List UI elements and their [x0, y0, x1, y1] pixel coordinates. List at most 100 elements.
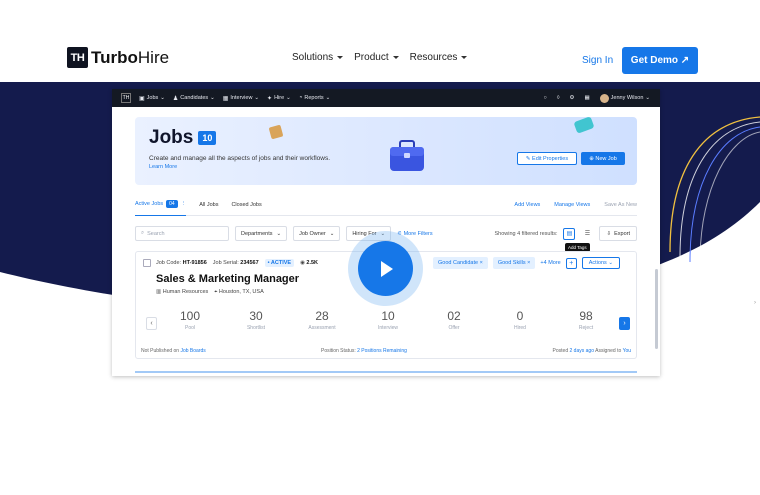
kebab-icon[interactable]: ⋮: [181, 201, 187, 207]
turbohire-logo[interactable]: TH TurboHire: [67, 47, 169, 68]
app-topbar-right: ○ ◊ ⚙ ▦ Jenny Wilson ⌄: [543, 93, 660, 103]
page-title: Jobs 10: [149, 127, 217, 149]
more-tags-link[interactable]: +4 More: [540, 260, 560, 266]
app-nav-candidates[interactable]: ♟ Candidates ⌄: [173, 95, 215, 102]
logo-text: TurboHire: [91, 47, 170, 67]
decorative-shape: [573, 116, 595, 134]
divider: [135, 371, 637, 373]
search-icon: ⌕: [141, 230, 145, 236]
stat-reject[interactable]: 98 Reject: [553, 309, 619, 331]
bell-icon[interactable]: ◊: [557, 95, 560, 101]
status-badge: • ACTIVE: [264, 259, 295, 267]
landing-page: TH TurboHire Solutions Product Resources…: [0, 0, 760, 495]
download-icon: ⇩: [606, 230, 612, 237]
stat-assessment[interactable]: 28 Assessment: [289, 309, 355, 331]
main-menu: Solutions Product Resources: [292, 52, 468, 63]
results-count: Showing 4 filtered results:: [494, 230, 558, 237]
prev-arrow-button[interactable]: ‹: [146, 317, 157, 330]
menu-solutions[interactable]: Solutions: [292, 52, 344, 63]
scrollbar[interactable]: [655, 269, 658, 349]
job-owner-dropdown[interactable]: Job Owner ⌄: [293, 226, 341, 241]
export-button[interactable]: ⇩ Export: [599, 226, 637, 241]
stat-shortlist[interactable]: 30 Shortlist: [223, 309, 289, 331]
actions-dropdown[interactable]: Actions ⌄: [581, 257, 620, 269]
menu-product[interactable]: Product: [354, 52, 399, 63]
save-as-new-link[interactable]: Save As New: [604, 202, 637, 208]
add-views-link[interactable]: Add Views: [514, 202, 540, 208]
salary: ◉ 2.5K: [300, 260, 319, 266]
list-view-button[interactable]: ☰: [581, 228, 593, 240]
stat-interview[interactable]: 10 Interview: [355, 309, 421, 331]
app-nav-interview[interactable]: ▦ Interview ⌄: [223, 95, 259, 102]
building-icon: ▥: [156, 289, 163, 295]
app-nav-hire[interactable]: ✦ Hire ⌄: [267, 95, 291, 102]
tag-good-skills[interactable]: Good Skills ×: [492, 257, 536, 269]
chevron-down-icon: ⌄: [608, 260, 613, 266]
new-job-button[interactable]: ⊕ New Job: [581, 152, 625, 165]
close-icon[interactable]: ×: [527, 260, 530, 266]
grid-icon[interactable]: ▦: [584, 95, 589, 101]
stat-offer[interactable]: 02 Offer: [421, 309, 487, 331]
view-links: Add Views Manage Views Save As New: [514, 202, 637, 208]
departments-dropdown[interactable]: Departments ⌄: [235, 226, 288, 241]
chevron-down-icon: [392, 56, 399, 59]
chevron-down-icon: ⌄: [325, 95, 331, 101]
play-button-inner: [358, 241, 413, 296]
user-menu[interactable]: Jenny Wilson ⌄: [599, 93, 650, 103]
tab-count-badge: 04: [166, 200, 178, 208]
chevron-down-icon: ⌄: [210, 95, 215, 101]
next-arrow-button[interactable]: ›: [619, 317, 630, 330]
stat-pool[interactable]: 100 Pool: [157, 309, 223, 331]
edit-properties-button[interactable]: ✎ Edit Properties: [517, 152, 577, 165]
tab-all-jobs[interactable]: All Jobs: [199, 194, 218, 216]
learn-more-link[interactable]: Learn More: [149, 164, 177, 170]
tag-good-candidate[interactable]: Good Candidate ×: [433, 257, 488, 269]
chevron-down-icon: [337, 56, 344, 59]
menu-resources[interactable]: Resources: [410, 52, 468, 63]
app-nav-jobs[interactable]: ▣ Jobs ⌄: [139, 95, 165, 102]
card-view-button[interactable]: ▤: [563, 227, 576, 240]
chevron-down-icon: [461, 56, 468, 59]
job-select-checkbox[interactable]: [143, 259, 151, 267]
chevron-down-icon: ⌄: [329, 230, 335, 237]
side-handle[interactable]: ›: [752, 296, 758, 310]
list-icon: ☰: [584, 231, 591, 237]
calendar-icon: ▦: [222, 95, 229, 102]
job-footer: Not Published on Job Boards Position Sta…: [141, 348, 631, 354]
get-demo-button[interactable]: Get Demo ↗: [622, 47, 698, 74]
cards-icon: ▤: [566, 231, 573, 237]
sign-in-link[interactable]: Sign In: [582, 55, 613, 66]
tab-closed-jobs[interactable]: Closed Jobs: [231, 194, 261, 216]
chevron-down-icon: ⌄: [254, 95, 260, 101]
banner-description: Create and manage all the aspects of job…: [149, 155, 331, 162]
job-title[interactable]: Sales & Marketing Manager: [156, 273, 299, 285]
tag-row: Good Candidate × Good Skills × +4 More +…: [433, 257, 620, 269]
search-icon[interactable]: ○: [543, 95, 546, 101]
search-input[interactable]: ⌕ Search: [135, 226, 229, 241]
add-tag-button[interactable]: +: [565, 257, 577, 269]
app-nav-reports[interactable]: ◔ Reports ⌄: [299, 95, 331, 101]
settings-icon[interactable]: ⚙: [570, 95, 575, 101]
chevron-down-icon: ⌄: [276, 230, 282, 237]
stat-hired[interactable]: 0 Hired: [487, 309, 553, 331]
job-boards-link[interactable]: Job Boards: [180, 348, 205, 354]
box-illustration: [268, 124, 284, 140]
logo-mark: TH: [67, 47, 88, 68]
jobs-count-badge: 10: [198, 131, 217, 145]
close-icon[interactable]: ×: [480, 260, 483, 266]
briefcase-illustration: [390, 140, 424, 171]
handshake-icon: ✦: [267, 95, 273, 102]
manage-views-link[interactable]: Manage Views: [554, 202, 590, 208]
chevron-down-icon: ⌄: [286, 95, 291, 101]
pipeline-stats: ‹ 100 Pool 30 Shortlist 28 Assessment 10 Int…: [146, 309, 630, 331]
video-play-button[interactable]: [348, 231, 423, 306]
chevron-left-icon: ‹: [150, 320, 153, 327]
chevron-down-icon: ⌄: [645, 95, 650, 101]
app-logo[interactable]: TH: [121, 93, 131, 103]
positions-remaining-link[interactable]: 2 Positions Remaining: [357, 348, 407, 354]
job-meta: Job Code: HT-91856 Job Serial: 234567 • …: [156, 259, 319, 267]
top-nav: TH TurboHire Solutions Product Resources…: [0, 0, 760, 82]
assignee-link[interactable]: You: [623, 348, 631, 354]
tab-active-jobs[interactable]: Active Jobs 04 ⋮: [135, 194, 187, 216]
chevron-down-icon: ⌄: [160, 95, 165, 101]
